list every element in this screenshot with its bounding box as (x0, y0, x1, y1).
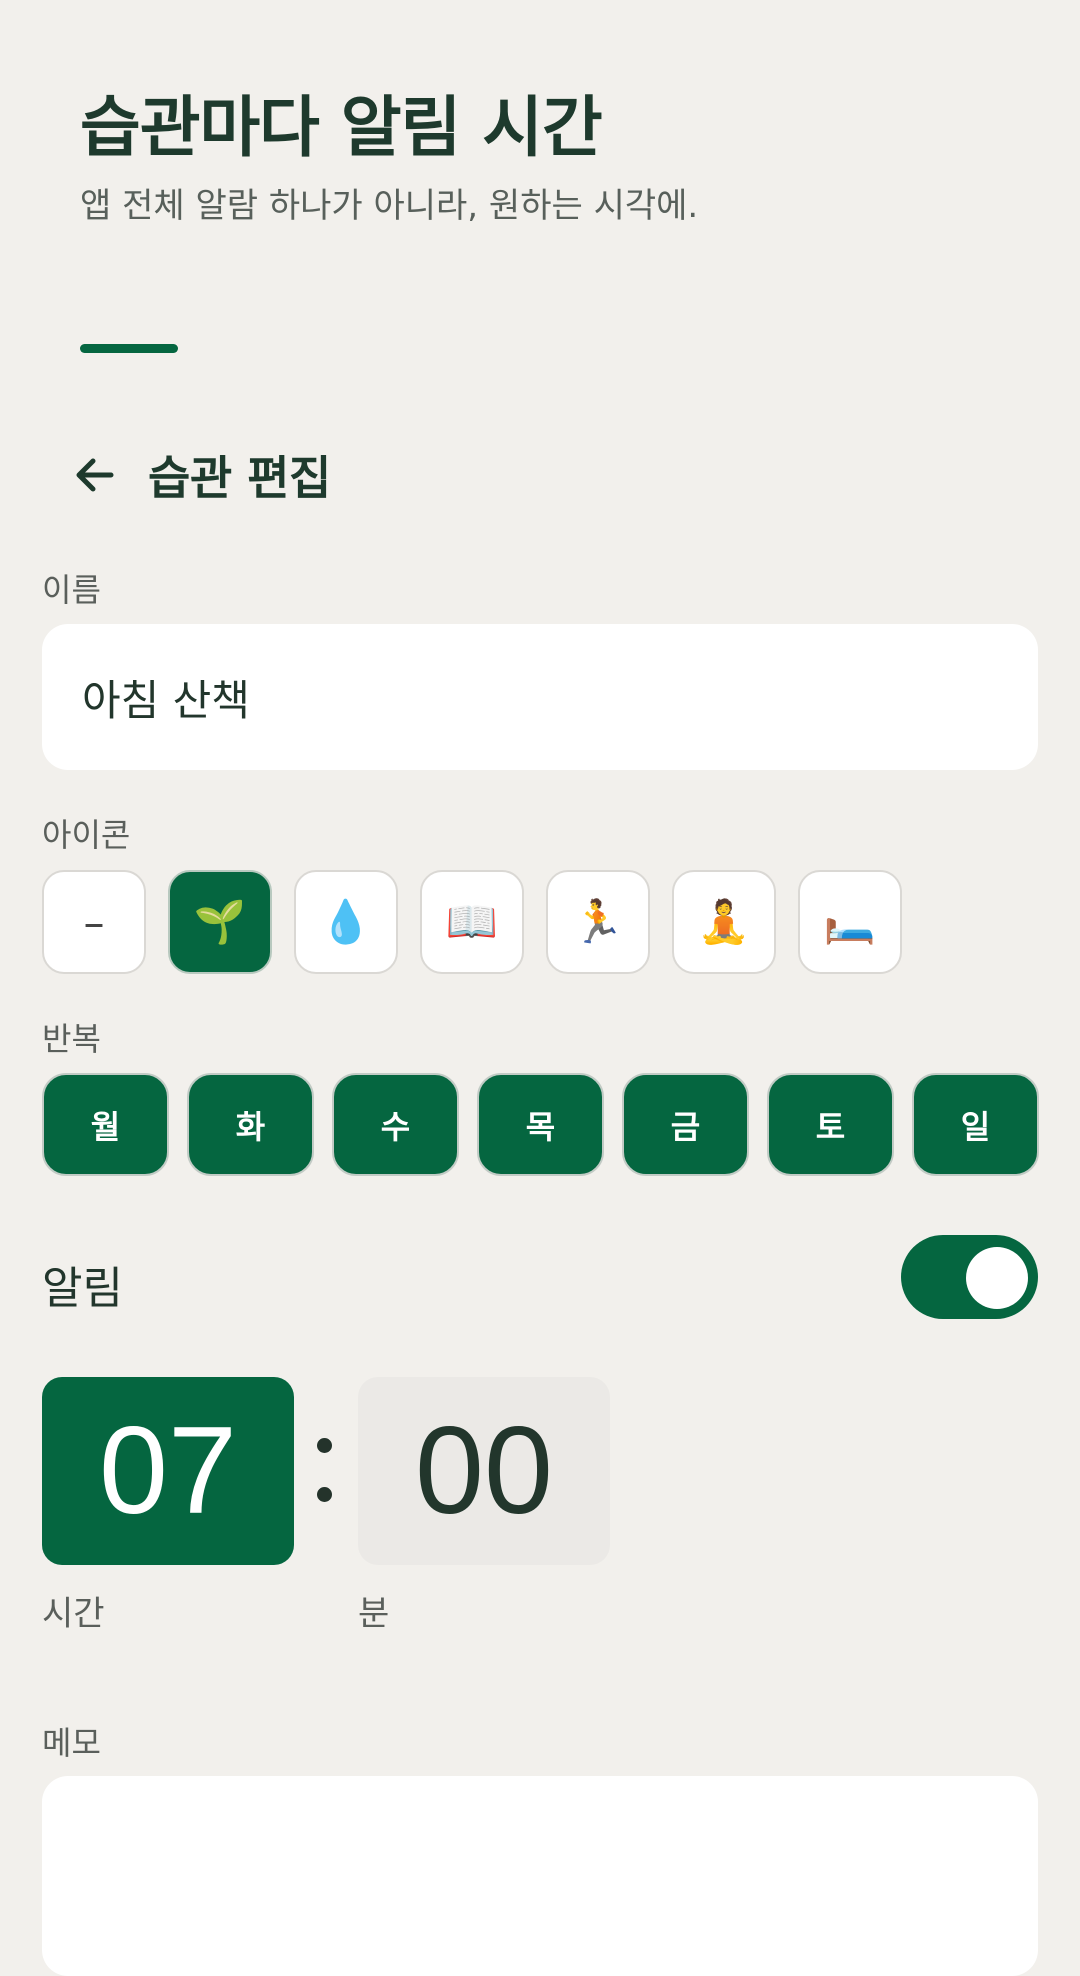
back-button[interactable] (60, 440, 130, 510)
toggle-knob (966, 1247, 1028, 1309)
water-drop-icon: 💧 (319, 897, 373, 946)
icon-option-bed[interactable]: 🛏️ (798, 870, 902, 974)
minute-caption: 분 (358, 1594, 390, 1634)
day-chip-fri[interactable]: 금 (622, 1073, 749, 1176)
day-chip-tue[interactable]: 화 (187, 1073, 314, 1176)
memo-label: 메모 (42, 1724, 101, 1762)
icon-option-water[interactable]: 💧 (294, 870, 398, 974)
minute-selector[interactable]: 00 (358, 1377, 610, 1565)
header-title: 습관 편집 (148, 451, 331, 505)
hour-caption: 시간 (42, 1594, 105, 1634)
day-chip-thu[interactable]: 목 (477, 1073, 604, 1176)
icon-option-meditation[interactable]: 🧘 (672, 870, 776, 974)
day-chip-wed[interactable]: 수 (332, 1073, 459, 1176)
accent-divider (80, 344, 178, 353)
separator-dot (316, 1438, 332, 1453)
repeat-day-picker: 월 화 수 목 금 토 일 (42, 1073, 1039, 1176)
repeat-label: 반복 (42, 1020, 101, 1058)
running-person-icon: 🏃 (571, 897, 625, 946)
icon-option-running[interactable]: 🏃 (546, 870, 650, 974)
icon-option-book[interactable]: 📖 (420, 870, 524, 974)
edit-header: 습관 편집 (60, 438, 331, 512)
icon-picker: – 🌱 💧 📖 🏃 🧘 🛏️ (42, 870, 902, 974)
open-book-icon: 📖 (445, 897, 499, 946)
separator-dot (316, 1487, 332, 1502)
none-icon: – (83, 897, 105, 947)
icon-option-seedling[interactable]: 🌱 (168, 870, 272, 974)
day-chip-sat[interactable]: 토 (767, 1073, 894, 1176)
bed-icon: 🛏️ (823, 897, 877, 946)
arrow-left-icon (76, 458, 114, 492)
memo-input[interactable] (42, 1776, 1038, 1976)
alarm-toggle[interactable] (901, 1235, 1038, 1319)
seedling-icon: 🌱 (193, 897, 247, 946)
meditation-icon: 🧘 (697, 897, 751, 946)
alarm-label: 알림 (42, 1263, 123, 1314)
icon-option-none[interactable]: – (42, 870, 146, 974)
day-chip-mon[interactable]: 월 (42, 1073, 169, 1176)
name-label: 이름 (42, 571, 101, 609)
page-subtitle: 앱 전체 알람 하나가 아니라, 원하는 시각에. (80, 186, 699, 226)
hour-selector[interactable]: 07 (42, 1377, 294, 1565)
icon-label: 아이콘 (42, 816, 131, 854)
page-title: 습관마다 알림 시간 (80, 89, 603, 166)
day-chip-sun[interactable]: 일 (912, 1073, 1039, 1176)
name-input-value: 아침 산책 (82, 675, 250, 725)
time-separator (304, 1420, 344, 1520)
name-input[interactable]: 아침 산책 (42, 624, 1038, 770)
